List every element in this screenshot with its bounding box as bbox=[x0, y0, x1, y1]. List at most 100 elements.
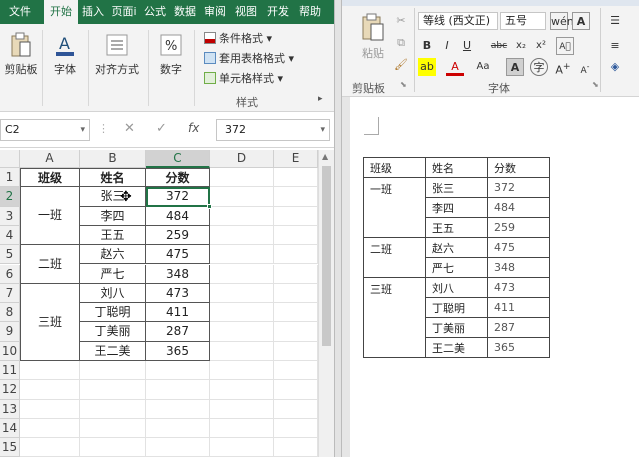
name-box[interactable]: C2 ▾ bbox=[0, 119, 90, 141]
name-cell[interactable]: 丁美丽 bbox=[425, 317, 488, 338]
empty-cell[interactable] bbox=[274, 303, 318, 323]
font-color-icon[interactable]: A bbox=[446, 58, 464, 76]
empty-cell[interactable] bbox=[274, 399, 318, 419]
name-cell[interactable]: 严七 bbox=[425, 257, 488, 278]
row-header[interactable]: 10 bbox=[0, 341, 20, 361]
score-cell[interactable]: 473 bbox=[146, 283, 210, 304]
font-button[interactable]: A 字体 bbox=[48, 32, 82, 77]
empty-cell[interactable] bbox=[80, 399, 146, 419]
tab-review[interactable]: 审阅 bbox=[200, 0, 230, 24]
empty-cell[interactable] bbox=[210, 418, 274, 439]
tab-home[interactable]: 开始 bbox=[44, 0, 78, 25]
cell-style-button[interactable]: 单元格样式 ▾ bbox=[204, 70, 283, 88]
empty-cell[interactable] bbox=[146, 438, 210, 457]
name-cell[interactable]: 丁聪明 bbox=[425, 297, 488, 318]
number-button[interactable]: % 数字 bbox=[154, 32, 188, 77]
empty-cell[interactable] bbox=[210, 380, 274, 400]
table-header-cell[interactable]: 班级 bbox=[363, 157, 426, 178]
char-shading-icon[interactable]: A bbox=[506, 58, 524, 76]
empty-cell[interactable] bbox=[274, 168, 318, 188]
row-header[interactable]: 8 bbox=[0, 303, 20, 323]
class-cell[interactable]: 一班 bbox=[20, 187, 80, 246]
scroll-up-icon[interactable]: ▲ bbox=[322, 152, 328, 161]
word-table[interactable]: 班级 姓名 分数 一班 张三 372 李四 484 王五 259 二班 赵六 475 严七 348 三班 刘八 4… bbox=[363, 157, 550, 358]
empty-cell[interactable] bbox=[274, 225, 318, 246]
phonetic-guide-icon[interactable]: wén bbox=[550, 12, 574, 30]
header-cell[interactable]: 姓名 bbox=[80, 168, 146, 188]
score-cell[interactable]: 484 bbox=[146, 206, 210, 226]
shrink-font-icon[interactable]: A- bbox=[576, 58, 594, 76]
empty-cell[interactable] bbox=[20, 399, 80, 419]
score-cell[interactable]: 411 bbox=[146, 303, 210, 323]
italic-icon[interactable]: I bbox=[438, 37, 456, 55]
empty-cell[interactable] bbox=[80, 438, 146, 457]
expand-formula-icon[interactable]: ▾ bbox=[320, 120, 325, 140]
header-cell[interactable]: 分数 bbox=[146, 168, 210, 188]
name-cell[interactable]: 张三 bbox=[80, 187, 146, 207]
row-header[interactable]: 14 bbox=[0, 418, 20, 439]
name-cell[interactable]: 张三 bbox=[425, 177, 488, 198]
clear-format-icon[interactable]: A⃠ bbox=[556, 37, 574, 55]
empty-cell[interactable] bbox=[274, 418, 318, 439]
empty-cell[interactable] bbox=[80, 418, 146, 439]
empty-cell[interactable] bbox=[210, 399, 274, 419]
empty-cell[interactable] bbox=[210, 187, 274, 207]
name-cell[interactable]: 王二美 bbox=[425, 337, 488, 358]
font-name-select[interactable]: 等线 (西文正) bbox=[418, 12, 498, 30]
worksheet-grid[interactable]: A B C D E 1 2 3 4 5 6 7 8 9 10 11 12 13 14 15 班级 姓名 分数 一班… bbox=[0, 150, 318, 457]
empty-cell[interactable] bbox=[274, 438, 318, 457]
table-format-button[interactable]: 套用表格格式 ▾ bbox=[204, 50, 294, 68]
empty-cell[interactable] bbox=[274, 341, 318, 361]
score-cell[interactable]: 365 bbox=[487, 337, 550, 358]
score-cell[interactable]: 475 bbox=[146, 245, 210, 265]
empty-cell[interactable] bbox=[274, 187, 318, 207]
score-cell[interactable]: 411 bbox=[487, 297, 550, 318]
row-header[interactable]: 13 bbox=[0, 399, 20, 419]
name-cell[interactable]: 丁聪明 bbox=[80, 303, 146, 323]
row-header[interactable]: 5 bbox=[0, 245, 20, 265]
row-header[interactable]: 7 bbox=[0, 283, 20, 304]
empty-cell[interactable] bbox=[20, 438, 80, 457]
change-case-icon[interactable]: Aa bbox=[474, 58, 492, 76]
table-header-cell[interactable]: 分数 bbox=[487, 157, 550, 178]
chevron-down-icon[interactable]: ▾ bbox=[80, 120, 85, 140]
empty-cell[interactable] bbox=[274, 361, 318, 381]
empty-cell[interactable] bbox=[20, 418, 80, 439]
column-header-c[interactable]: C bbox=[146, 150, 210, 168]
empty-cell[interactable] bbox=[210, 341, 274, 361]
clipboard-button[interactable]: 剪贴板 bbox=[4, 32, 38, 77]
class-cell[interactable]: 一班 bbox=[363, 177, 426, 238]
bold-icon[interactable]: B bbox=[418, 37, 436, 55]
empty-cell[interactable] bbox=[274, 206, 318, 226]
bullets-icon[interactable]: ☰ bbox=[606, 12, 624, 30]
copy-icon[interactable]: ⧉ bbox=[392, 34, 410, 52]
score-cell[interactable]: 372 bbox=[487, 177, 550, 198]
cancel-icon[interactable]: ✕ bbox=[124, 121, 135, 136]
row-header[interactable]: 2 bbox=[0, 187, 20, 207]
highlight-icon[interactable]: ab bbox=[418, 58, 436, 76]
empty-cell[interactable] bbox=[210, 361, 274, 381]
row-header[interactable]: 1 bbox=[0, 168, 20, 188]
empty-cell[interactable] bbox=[20, 380, 80, 400]
empty-cell[interactable] bbox=[210, 303, 274, 323]
name-cell[interactable]: 丁美丽 bbox=[80, 322, 146, 342]
empty-cell[interactable] bbox=[274, 380, 318, 400]
score-cell[interactable]: 287 bbox=[146, 322, 210, 342]
score-cell[interactable]: 473 bbox=[487, 277, 550, 298]
name-cell[interactable]: 刘八 bbox=[80, 283, 146, 304]
class-cell[interactable]: 二班 bbox=[20, 245, 80, 284]
underline-icon[interactable]: U bbox=[458, 37, 476, 55]
vertical-scrollbar[interactable]: ▲ bbox=[318, 150, 334, 457]
empty-cell[interactable] bbox=[210, 322, 274, 342]
class-cell[interactable]: 二班 bbox=[363, 237, 426, 278]
empty-cell[interactable] bbox=[80, 361, 146, 381]
column-header-e[interactable]: E bbox=[274, 150, 318, 168]
row-header[interactable]: 11 bbox=[0, 361, 20, 381]
format-painter-icon[interactable]: 🖌 bbox=[392, 56, 410, 74]
row-header[interactable]: 4 bbox=[0, 225, 20, 246]
score-cell[interactable]: 259 bbox=[146, 225, 210, 246]
tab-developer[interactable]: 开发 bbox=[262, 0, 294, 24]
score-cell[interactable]: 348 bbox=[146, 264, 210, 284]
empty-cell[interactable] bbox=[274, 283, 318, 304]
empty-cell[interactable] bbox=[210, 168, 274, 188]
